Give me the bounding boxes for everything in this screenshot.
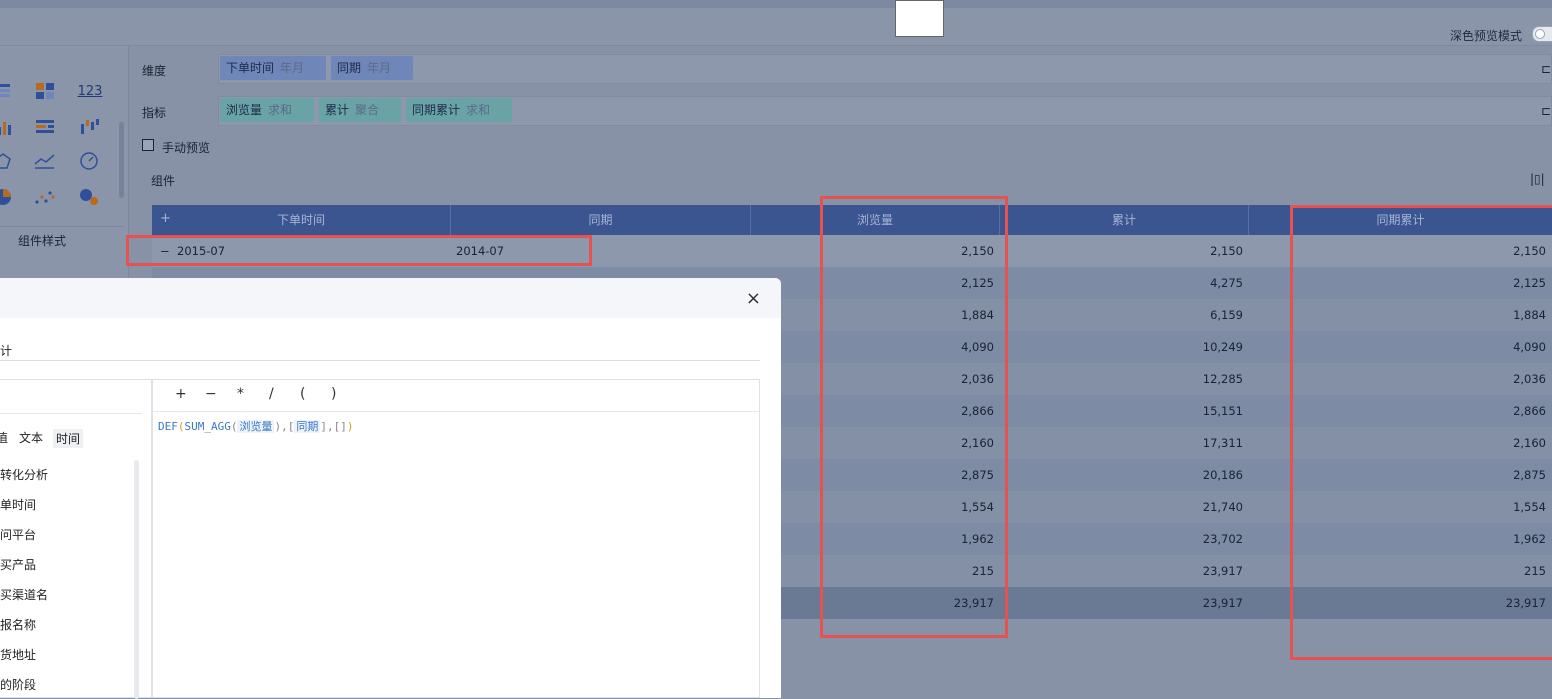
dimension-chip-period[interactable]: 同期 年月 [331,56,413,80]
measure-chip-cumulative[interactable]: 累计 聚合 [319,98,401,122]
measure-chip-period-cumulative[interactable]: 同期累计 求和 [406,98,512,122]
top-strip [0,0,1552,8]
formula-paren: ( [177,420,185,433]
field-list-item[interactable]: 报名称 [0,616,36,633]
annotation-box-views [820,196,1008,638]
dimension-settings-icon[interactable]: ⊏ [1541,62,1551,76]
field-list-item[interactable]: 货地址 [0,646,36,663]
formula-field-views: 浏览量 [237,420,275,433]
measure-settings-icon[interactable]: ⊏ [1541,104,1551,118]
operator-button[interactable]: ) [331,386,336,402]
line-chart-icon[interactable] [34,150,56,172]
dark-preview-label: 深色预览模式 [1449,29,1522,43]
chip-name: 浏览量 [226,103,263,117]
radar-icon[interactable] [0,150,14,172]
formula-text[interactable]: DEF(SUM_AGG(浏览量),[同期],[]) [158,418,353,434]
field-list-panel: 值 文本 时间 转化分析单时间问平台买产品买渠道名报名称货地址的阶段 [0,379,152,699]
dimension-label: 维度 [142,64,167,78]
dialog-titlebar: × [0,278,781,318]
type-tab-text[interactable]: 文本 [19,429,43,446]
formula-editor: + − * /() DEF(SUM_AGG(浏览量),[同期],[]) [152,379,760,698]
table-icon[interactable] [0,80,14,102]
cell-cumulative: 23,917 [1202,596,1243,610]
chip-name: 累计 [325,103,350,117]
cell-cumulative: 20,186 [1202,468,1243,482]
type-tab-time[interactable]: 时间 [53,429,84,448]
formula-fn-def: DEF [158,420,178,433]
blank-thumbnail [895,0,944,37]
field-list-item[interactable]: 的阶段 [0,676,36,693]
cell-cumulative: 2,150 [1210,244,1243,258]
calc-field-dialog: × 计 值 文本 时间 转化分析单时间问平台买产品买渠道名报名称货地址的阶段 +… [0,278,781,699]
toolbar-divider [153,411,759,412]
bubble-icon[interactable] [78,186,100,208]
component-label: 组件 [151,174,176,188]
annotation-box-row [126,235,592,266]
close-icon[interactable]: × [746,288,761,309]
cell-cumulative: 23,702 [1202,532,1243,546]
operator-button[interactable]: + [175,386,187,402]
formula-field-period: 同期 [294,420,321,433]
number-123-icon[interactable]: 123 [78,80,103,102]
cell-cumulative: 23,917 [1202,564,1243,578]
measure-label: 指标 [142,106,167,120]
column-width-icon[interactable]: |▯| [1530,172,1545,186]
grouped-table-icon[interactable] [34,116,56,138]
type-tab-value[interactable]: 值 [0,429,8,446]
field-list-item[interactable]: 买渠道名 [0,586,48,603]
field-list-item[interactable]: 问平台 [0,526,36,543]
cell-cumulative: 12,285 [1202,372,1243,386]
gauge-icon[interactable] [78,150,100,172]
palette-icon-grid: 123 [0,80,120,210]
scatter-icon[interactable] [34,186,56,208]
field-list-item[interactable]: 转化分析 [0,466,48,483]
column-header-cumulative[interactable]: 累计 [1000,205,1249,235]
bar-chart-icon[interactable] [0,116,14,138]
waterfall-icon[interactable] [78,116,100,138]
chip-sub: 求和 [268,103,293,117]
chip-name: 同期 [337,61,362,75]
formula-empty-list: [] [333,420,347,433]
cell-cumulative: 4,275 [1210,276,1243,290]
operator-button[interactable]: − [205,386,217,402]
component-style-label: 组件样式 [18,234,67,248]
column-header-order-time[interactable]: 下单时间 [152,205,451,235]
manual-preview-checkbox[interactable] [142,139,154,151]
measure-chip-views[interactable]: 浏览量 求和 [220,98,314,122]
annotation-box-period-cumulative [1290,205,1552,660]
name-underline [0,360,760,361]
formula-fn-sumagg: SUM_AGG [184,420,231,433]
dimension-chip-order-time[interactable]: 下单时间 年月 [220,56,326,80]
dimension-dropzone[interactable] [218,54,1552,84]
field-list-item[interactable]: 买产品 [0,556,36,573]
chip-sub: 聚合 [355,103,380,117]
cell-cumulative: 15,151 [1202,404,1243,418]
chip-sub: 年月 [280,61,305,75]
operator-button[interactable]: / [269,386,274,402]
chip-sub: 求和 [466,103,491,117]
field-list-item[interactable]: 单时间 [0,496,36,513]
cell-cumulative: 17,311 [1202,436,1243,450]
formula-paren: ) [346,420,354,433]
header-bar: 深色预览模式 [0,8,1552,46]
chip-name: 下单时间 [226,61,275,75]
cell-cumulative: 10,249 [1202,340,1243,354]
manual-preview-label: 手动预览 [162,141,211,155]
chip-sub: 年月 [367,61,392,75]
cell-cumulative: 21,740 [1202,500,1243,514]
chip-name: 同期累计 [412,103,461,117]
formula-sep: ], [320,420,334,433]
cross-table-icon[interactable] [34,80,56,102]
operator-button[interactable]: ( [300,386,305,402]
pie-icon[interactable] [0,186,14,208]
field-name-input[interactable]: 计 [0,342,12,359]
component-style-tab[interactable]: 组件样式 [0,226,124,253]
formula-sep: ),[ [274,420,295,433]
field-list-scrollbar[interactable] [134,460,139,699]
search-separator [0,413,142,414]
cell-cumulative: 6,159 [1210,308,1243,322]
operator-button[interactable]: * [237,386,244,402]
column-header-period[interactable]: 同期 [451,205,751,235]
dark-preview-toggle[interactable] [1532,26,1552,42]
